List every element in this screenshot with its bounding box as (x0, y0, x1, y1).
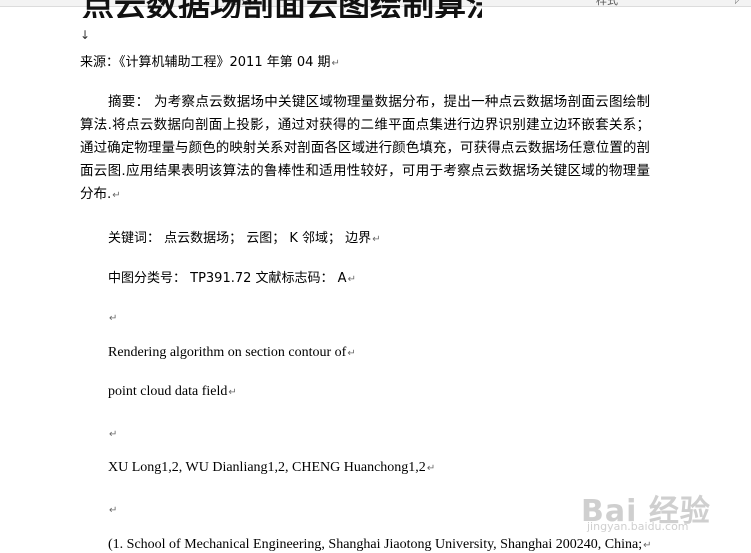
source-line[interactable]: 来源：《计算机辅助工程》2011 年第 04 期↵ (80, 51, 340, 70)
paragraph-mark: ↵ (426, 463, 436, 474)
english-title-text: Rendering algorithm on section contour o… (108, 345, 347, 360)
document-title: 点云数据场剖面云图绘制算法 (82, 0, 482, 18)
english-title-text: point cloud data field (108, 384, 228, 399)
keywords-line[interactable]: 关键词： 点云数据场； 云图； K 邻域； 边界↵ (108, 227, 381, 246)
paragraph-mark: ↵ (112, 190, 121, 201)
paragraph-mark: ↵ (228, 387, 237, 398)
abstract-label: 摘要： (108, 94, 150, 110)
ribbon-group-styles[interactable]: 样式 (596, 0, 618, 8)
authors-line[interactable]: XU Long1,2, WU Dianliang1,2, CHENG Huanc… (108, 460, 435, 476)
empty-paragraph[interactable]: ↵ (108, 424, 117, 442)
paragraph-mark: ↵ (109, 429, 118, 440)
affiliation-text: (1. School of Mechanical Engineering, Sh… (108, 537, 643, 552)
classification-text: 中图分类号： TP391.72 文献标志码： A (108, 271, 347, 286)
paragraph-mark: ↵ (372, 234, 381, 245)
empty-paragraph[interactable]: ↵ (108, 500, 117, 518)
source-text: 来源：《计算机辅助工程》2011 年第 04 期 (80, 55, 331, 70)
english-title-line-2[interactable]: point cloud data field↵ (108, 384, 237, 400)
dialog-launcher-icon[interactable]: ◸ (735, 0, 741, 5)
paragraph-mark: ↵ (331, 58, 340, 69)
authors-text: XU Long1,2, WU Dianliang1,2, CHENG Huanc… (108, 460, 426, 475)
paragraph-mark: ↵ (109, 505, 118, 516)
paragraph-mark: ↵ (109, 313, 118, 324)
abstract-paragraph[interactable]: 摘要： 为考察点云数据场中关键区域物理量数据分布，提出一种点云数据场剖面云图绘制… (80, 91, 650, 207)
baidu-jingyan-watermark: Bai 经验 jingyan.baidu.com (581, 486, 711, 534)
paragraph-mark: ↓ (80, 28, 91, 42)
affiliation-line[interactable]: (1. School of Mechanical Engineering, Sh… (108, 537, 652, 553)
empty-paragraph[interactable]: ↵ (108, 308, 117, 326)
paragraph-mark: ↵ (643, 540, 652, 551)
watermark-url: jingyan.baidu.com (587, 520, 689, 533)
keywords-text: 关键词： 点云数据场； 云图； K 邻域； 边界 (108, 231, 372, 246)
abstract-text: 为考察点云数据场中关键区域物理量数据分布，提出一种点云数据场剖面云图绘制算法.将… (80, 94, 651, 202)
paragraph-mark: ↵ (347, 348, 356, 359)
document-title-clip: 点云数据场剖面云图绘制算法 (82, 0, 482, 18)
english-title-line-1[interactable]: Rendering algorithm on section contour o… (108, 345, 356, 361)
classification-line[interactable]: 中图分类号： TP391.72 文献标志码： A↵ (108, 267, 356, 286)
paragraph-mark: ↵ (347, 274, 356, 285)
